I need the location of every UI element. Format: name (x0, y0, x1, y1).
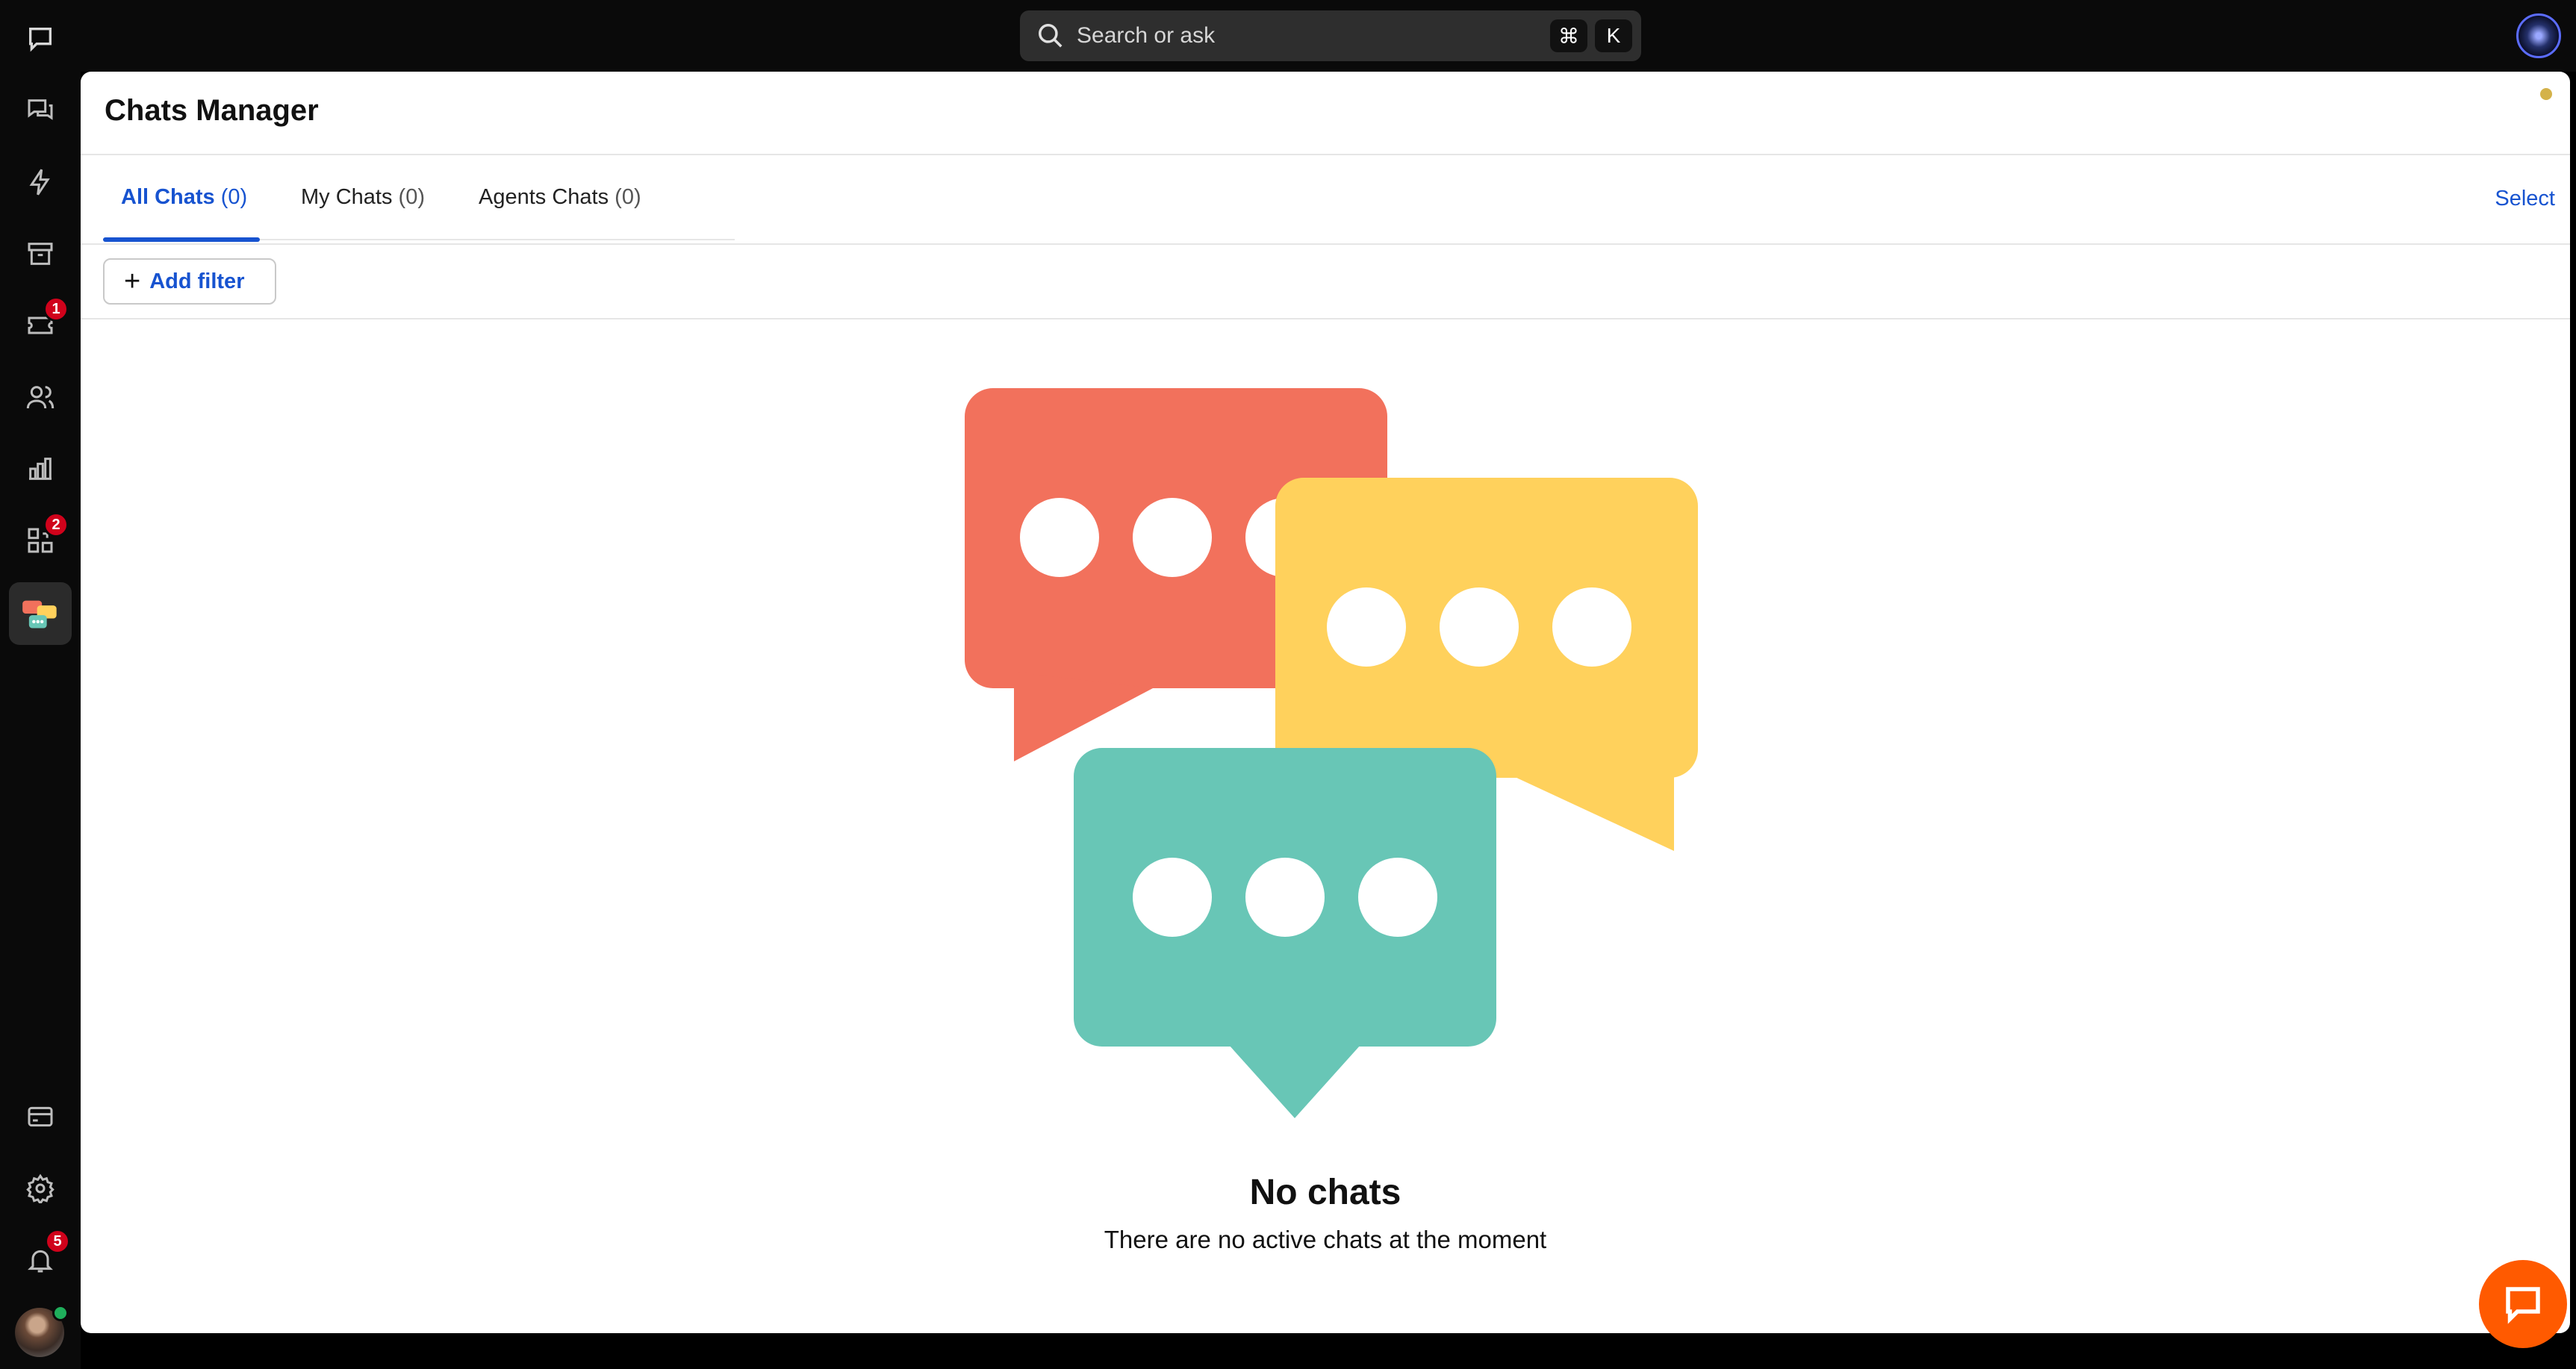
apps-badge: 2 (43, 512, 69, 537)
main-panel: Chats Manager All Chats (0) My Chats (0)… (81, 72, 2570, 1333)
tabs-bar: All Chats (0) My Chats (0) Agents Chats … (81, 155, 2570, 245)
sidebar-item-settings[interactable] (16, 1164, 64, 1212)
tab-my-chats[interactable]: My Chats (0) (301, 185, 425, 210)
chat-bubble-icon (2506, 1287, 2540, 1324)
status-dot (2540, 88, 2552, 100)
gear-icon (26, 1173, 55, 1203)
tab-count: (0) (615, 185, 641, 209)
add-filter-label: Add filter (149, 269, 245, 293)
tab-all-chats[interactable]: All Chats (0) (121, 185, 247, 210)
add-filter-button[interactable]: + Add filter (103, 258, 276, 305)
tab-agents-chats[interactable]: Agents Chats (0) (479, 185, 641, 210)
archive-icon (28, 243, 53, 265)
plus-icon: + (124, 266, 141, 297)
teal-chat-bubble (1074, 748, 1496, 1118)
tab-count: (0) (398, 185, 425, 209)
empty-state-subtitle: There are no active chats at the moment (1104, 1226, 1547, 1253)
sidebar-item-customers[interactable] (16, 373, 64, 421)
people-icon (26, 386, 55, 409)
sidebar-item-billing[interactable] (16, 1093, 64, 1141)
sidebar-item-automation[interactable] (16, 158, 64, 206)
active-tab-indicator (103, 237, 260, 242)
tab-label: All Chats (121, 185, 215, 209)
notifications-badge: 5 (45, 1229, 70, 1254)
shortcut-cmd-key: ⌘ (1550, 19, 1587, 52)
filter-bar: + Add filter (81, 245, 2570, 319)
credit-card-icon (28, 1106, 53, 1127)
select-button[interactable]: Select (2495, 187, 2555, 211)
bar-chart-icon (29, 458, 52, 480)
tab-label: My Chats (301, 185, 393, 209)
page-title: Chats Manager (105, 94, 319, 127)
search-icon (1039, 24, 1063, 48)
empty-state-title: No chats (1249, 1173, 1401, 1212)
lightning-icon (29, 169, 50, 196)
tab-count: (0) (220, 185, 248, 209)
sidebar-item-chats[interactable] (16, 15, 64, 63)
top-bar: Search or ask ⌘ K (81, 0, 2576, 72)
chat-widget-launcher[interactable] (2479, 1260, 2567, 1348)
tickets-badge: 1 (43, 296, 69, 322)
page-header: Chats Manager (81, 72, 2570, 155)
tab-label: Agents Chats (479, 185, 609, 209)
sidebar: 1 2 5 (0, 0, 81, 1369)
shortcut-k-key: K (1595, 19, 1632, 52)
search-bar[interactable]: Search or ask ⌘ K (1020, 10, 1641, 61)
sidebar-item-chats-manager[interactable] (9, 582, 72, 645)
search-placeholder: Search or ask (1077, 23, 1216, 48)
online-status-dot (52, 1305, 69, 1321)
messages-icon (28, 99, 53, 120)
sidebar-item-reports[interactable] (16, 445, 64, 493)
copilot-icon[interactable] (2516, 13, 2561, 58)
sidebar-item-archives[interactable] (16, 230, 64, 278)
empty-chats-illustration (965, 388, 1698, 1118)
chats-manager-icon (22, 600, 57, 629)
sidebar-item-conversations[interactable] (16, 87, 64, 134)
chat-bubble-icon (29, 28, 52, 52)
